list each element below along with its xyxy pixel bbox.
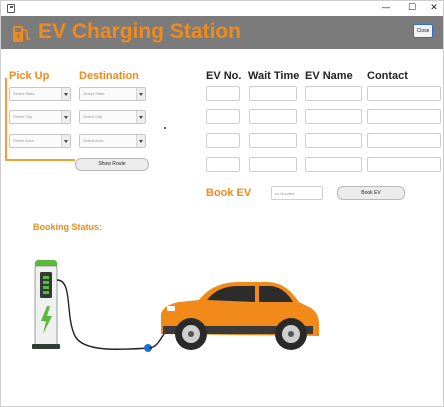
column-header-contact: Contact — [367, 70, 408, 82]
destination-area-select[interactable]: Select Area — [79, 134, 146, 148]
window-close-button[interactable]: ✕ — [423, 1, 443, 16]
chevron-down-icon — [136, 111, 145, 123]
close-button[interactable]: Close — [413, 24, 433, 38]
electric-car-icon — [161, 282, 319, 350]
pickup-area-select[interactable]: Select Area — [9, 134, 71, 148]
table-cell[interactable] — [249, 86, 297, 101]
maximize-button[interactable]: ☐ — [401, 1, 423, 16]
destination-area-placeholder: Select Area — [83, 138, 104, 143]
charger-icon — [32, 260, 178, 352]
chevron-down-icon — [136, 88, 145, 100]
destination-city-select[interactable]: Select City — [79, 110, 146, 124]
title-bar: — ☐ ✕ — [1, 1, 443, 16]
pickup-state-placeholder: Select State — [13, 91, 35, 96]
pickup-city-placeholder: Select City — [13, 114, 33, 119]
charging-station-icon — [13, 26, 30, 42]
pickup-area-placeholder: Select Area — [13, 138, 34, 143]
table-cell[interactable] — [206, 133, 240, 148]
book-ev-button[interactable]: Book EV — [337, 186, 405, 200]
ev-charging-illustration — [32, 260, 319, 352]
show-route-button[interactable]: Show Route — [75, 158, 149, 171]
table-cell[interactable] — [206, 109, 240, 124]
chevron-down-icon — [61, 88, 70, 100]
table-cell[interactable] — [305, 109, 362, 124]
app-header: EV Charging Station Close — [1, 16, 443, 49]
table-cell[interactable] — [249, 157, 297, 172]
app-window: — ☐ ✕ EV Charging Station Close Pick Up … — [0, 0, 444, 407]
column-header-ev-name: EV Name — [305, 70, 353, 82]
table-cell[interactable] — [305, 157, 362, 172]
column-header-wait-time: Wait Time — [248, 70, 300, 82]
chevron-down-icon — [136, 135, 145, 147]
table-cell[interactable] — [367, 157, 441, 172]
table-cell[interactable] — [249, 133, 297, 148]
separator-dot — [164, 127, 166, 129]
chevron-down-icon — [61, 111, 70, 123]
table-cell[interactable] — [206, 157, 240, 172]
chevron-down-icon — [61, 135, 70, 147]
page-title: EV Charging Station — [38, 20, 242, 43]
table-cell[interactable] — [249, 109, 297, 124]
destination-heading: Destination — [79, 70, 139, 82]
column-header-ev-no: EV No. — [206, 70, 242, 82]
table-cell[interactable] — [367, 133, 441, 148]
app-icon — [7, 4, 15, 13]
table-cell[interactable] — [305, 86, 362, 101]
table-cell[interactable] — [367, 109, 441, 124]
destination-city-placeholder: Select City — [83, 114, 103, 119]
destination-state-select[interactable]: Select State — [79, 87, 146, 101]
pickup-city-select[interactable]: Select City — [9, 110, 71, 124]
minimize-button[interactable]: — — [375, 1, 397, 16]
table-cell[interactable] — [206, 86, 240, 101]
destination-state-placeholder: Select State — [83, 91, 105, 96]
book-ev-label: Book EV — [206, 187, 252, 199]
pickup-state-select[interactable]: Select State — [9, 87, 71, 101]
table-cell[interactable] — [367, 86, 441, 101]
booking-status-label: Booking Status: — [33, 222, 102, 232]
ev-number-input[interactable]: ev Number — [271, 186, 323, 200]
table-cell[interactable] — [305, 133, 362, 148]
